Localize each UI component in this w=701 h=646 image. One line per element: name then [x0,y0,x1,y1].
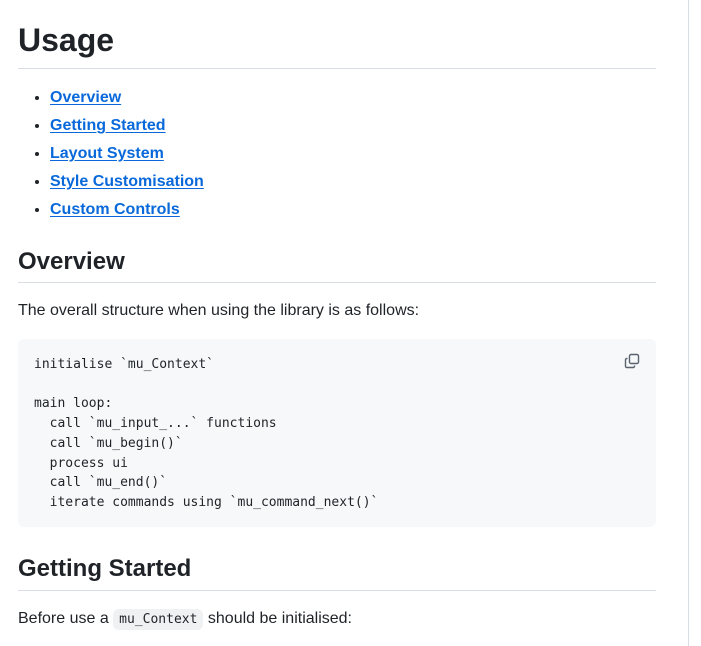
right-border [688,0,689,646]
toc-link-style-customisation[interactable]: Style Customisation [50,173,204,190]
toc-item: Getting Started [50,112,204,140]
toc-item: Overview [50,84,204,112]
getting-started-text: Before use a mu_Context should be initia… [18,607,352,632]
code-content: initialise `mu_Context` main loop: call … [34,357,379,510]
toc-link-overview[interactable]: Overview [50,89,121,106]
copy-button[interactable] [622,351,642,371]
toc-link-layout-system[interactable]: Layout System [50,145,164,162]
getting-started-text-after: should be initialised: [203,610,352,627]
getting-started-heading-rule [18,590,656,591]
table-of-contents: Overview Getting Started Layout System S… [18,84,204,224]
toc-item: Custom Controls [50,196,204,224]
getting-started-heading: Getting Started [18,555,192,582]
copy-icon [624,353,640,369]
toc-link-custom-controls[interactable]: Custom Controls [50,201,180,218]
overview-intro: The overall structure when using the lib… [18,302,420,319]
toc-item: Layout System [50,140,204,168]
code-block: initialise `mu_Context` main loop: call … [18,339,656,527]
toc-item: Style Customisation [50,168,204,196]
overview-heading-rule [18,282,656,283]
usage-heading: Usage [18,22,115,58]
overview-heading: Overview [18,248,125,275]
getting-started-text-before: Before use a [18,610,114,627]
usage-heading-rule [18,68,656,69]
inline-code-mu-context: mu_Context [113,609,204,630]
toc-link-getting-started[interactable]: Getting Started [50,117,166,134]
